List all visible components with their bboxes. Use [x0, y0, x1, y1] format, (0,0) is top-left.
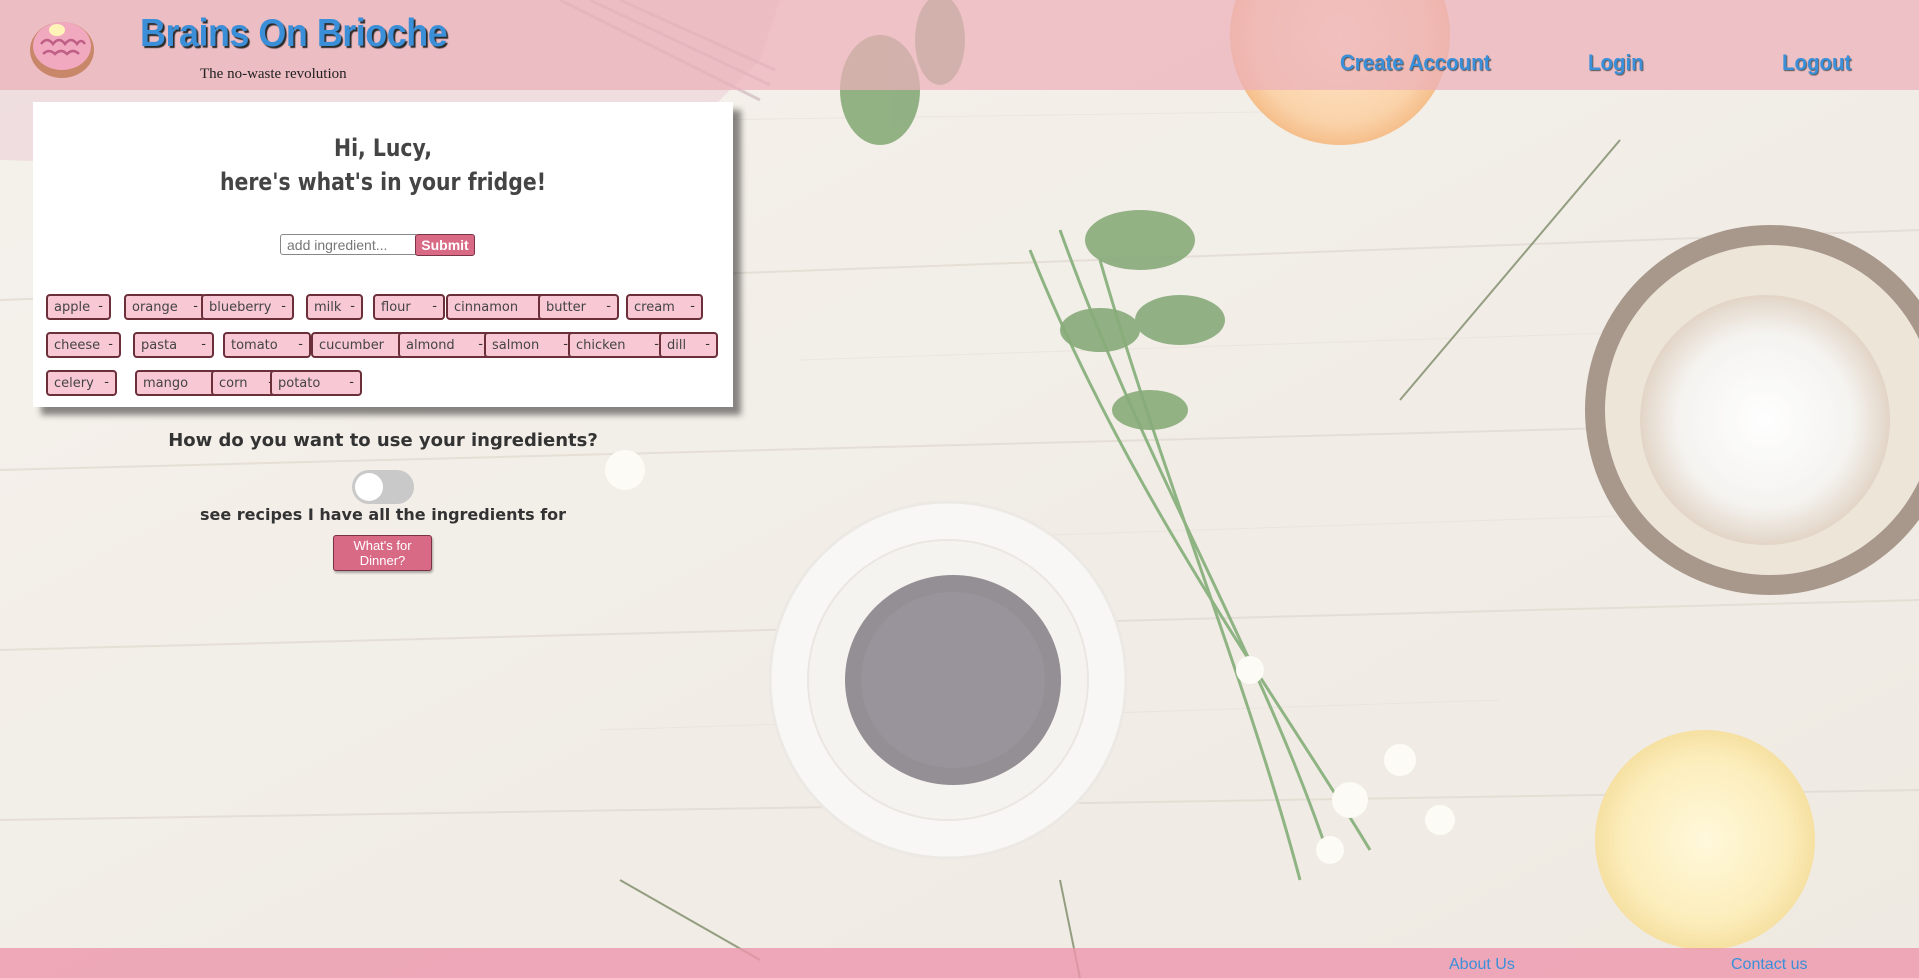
login-link[interactable]: Login: [1588, 50, 1644, 76]
ingredient-label: pasta: [141, 338, 178, 353]
remove-ingredient-button[interactable]: -: [201, 337, 206, 352]
ingredient-chip: cream -: [626, 294, 703, 320]
ingredient-label: cream: [634, 300, 675, 315]
remove-ingredient-button[interactable]: -: [478, 337, 483, 352]
ingredient-chip: flour -: [373, 294, 445, 320]
ingredient-chip: celery -: [46, 370, 117, 396]
remove-ingredient-button[interactable]: -: [98, 299, 103, 314]
ingredient-chip: blueberry -: [201, 294, 294, 320]
ingredient-chip: salmon -: [484, 332, 576, 358]
ingredient-chip: potato -: [270, 370, 362, 396]
remove-ingredient-button[interactable]: -: [108, 337, 113, 352]
ingredient-label: tomato: [231, 338, 278, 353]
ingredient-label: cucumber: [319, 338, 385, 353]
ingredient-label: potato: [278, 376, 321, 391]
site-footer: About Us Contact us: [0, 948, 1919, 978]
ingredient-chip: butter -: [538, 294, 619, 320]
ingredient-label: cheese: [54, 338, 101, 353]
greeting-line-1: Hi, Lucy,: [333, 134, 432, 162]
toggle-label: see recipes I have all the ingredients f…: [199, 505, 567, 524]
ingredient-label: chicken: [576, 338, 626, 353]
whats-for-dinner-button[interactable]: What's for Dinner?: [333, 535, 432, 571]
remove-ingredient-button[interactable]: -: [432, 299, 437, 314]
site-header: Brains On Brioche The no-waste revolutio…: [0, 0, 1919, 90]
ingredient-chip: almond -: [398, 332, 491, 358]
ingredient-label: salmon: [492, 338, 540, 353]
contact-us-link[interactable]: Contact us: [1731, 956, 1807, 974]
remove-ingredient-button[interactable]: -: [281, 299, 286, 314]
remove-ingredient-button[interactable]: -: [690, 299, 695, 314]
ingredient-label: blueberry: [209, 300, 272, 315]
remove-ingredient-button[interactable]: -: [193, 299, 198, 314]
greeting-line-2: here's what's in your fridge!: [219, 168, 547, 196]
ingredient-label: butter: [546, 300, 587, 315]
submit-button[interactable]: Submit: [415, 234, 475, 256]
all-ingredients-toggle[interactable]: [352, 470, 414, 504]
remove-ingredient-button[interactable]: -: [350, 299, 355, 314]
toggle-knob: [355, 473, 383, 501]
ingredient-chip: orange -: [124, 294, 206, 320]
ingredient-chip: cheese -: [46, 332, 121, 358]
ingredient-label: cinnamon: [454, 300, 519, 315]
ingredient-label: dill: [667, 338, 687, 353]
remove-ingredient-button[interactable]: -: [606, 299, 611, 314]
remove-ingredient-button[interactable]: -: [349, 375, 354, 390]
ingredient-label: milk: [314, 300, 342, 315]
ingredient-chip: apple -: [46, 294, 111, 320]
ingredient-chip: dill -: [659, 332, 718, 358]
add-ingredient-input[interactable]: [280, 234, 418, 255]
remove-ingredient-button[interactable]: -: [705, 337, 710, 352]
ingredient-label: orange: [132, 300, 178, 315]
create-account-link[interactable]: Create Account: [1340, 50, 1490, 76]
ingredient-chip: pasta -: [133, 332, 214, 358]
site-title[interactable]: Brains On Brioche: [140, 12, 448, 56]
ingredient-chip: milk -: [306, 294, 363, 320]
ingredient-label: corn: [219, 376, 248, 391]
ingredient-chip: tomato -: [223, 332, 311, 358]
remove-ingredient-button[interactable]: -: [104, 375, 109, 390]
ingredient-label: mango: [143, 376, 189, 391]
logout-link[interactable]: Logout: [1782, 50, 1851, 76]
brain-donut-icon[interactable]: [27, 10, 97, 80]
about-us-link[interactable]: About Us: [1449, 956, 1515, 974]
usage-question: How do you want to use your ingredients?: [168, 430, 598, 451]
ingredient-label: almond: [406, 338, 455, 353]
ingredient-label: apple: [54, 300, 91, 315]
ingredient-chip: chicken -: [568, 332, 667, 358]
ingredient-label: celery: [54, 376, 94, 391]
fridge-panel: Hi, Lucy, here's what's in your fridge! …: [33, 102, 733, 407]
remove-ingredient-button[interactable]: -: [298, 337, 303, 352]
ingredient-label: flour: [381, 300, 411, 315]
site-tagline: The no-waste revolution: [200, 66, 347, 82]
